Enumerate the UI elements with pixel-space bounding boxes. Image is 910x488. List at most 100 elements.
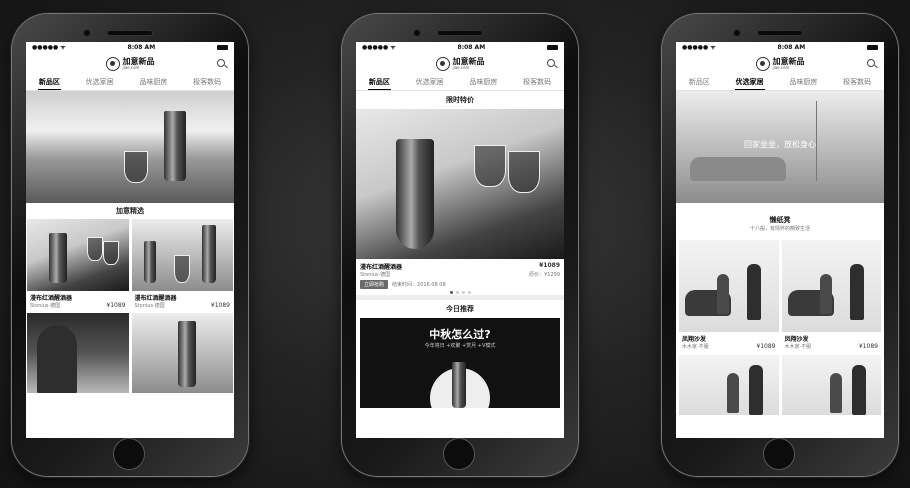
glass-image <box>474 145 506 187</box>
carousel-dot[interactable] <box>467 290 471 294</box>
original-price: 原价：¥1299 <box>529 272 560 278</box>
tab-digital[interactable]: 极客数码 <box>192 76 222 89</box>
phone-screen-1: ●●●●● ᯤ 8:08 AM 加意新品 jiae.com 新品区 优选家居 品… <box>26 42 234 438</box>
category-tabs: 新品区 优选家居 品味厨房 极客数码 <box>356 76 564 91</box>
product-image[interactable] <box>27 313 129 393</box>
carousel-dot[interactable] <box>461 290 465 294</box>
logo-mark-icon <box>755 57 770 71</box>
product-name: 漫布红酒醒酒器 <box>360 264 403 271</box>
tab-new[interactable]: 新品区 <box>367 76 391 90</box>
battery-icon <box>866 44 878 50</box>
buy-now-button[interactable]: 立即抢购 <box>360 280 389 289</box>
app-header: 加意新品 jiae.com <box>676 52 884 76</box>
earpiece <box>108 31 152 35</box>
banner-title: 中秋怎么过? <box>429 328 491 341</box>
product-image <box>679 240 779 332</box>
deadline-text: 结束时间：2016.08.08 <box>392 282 446 288</box>
brand-logo[interactable]: 加意新品 jiae.com <box>105 57 155 71</box>
app-header: 加意新品 jiae.com <box>356 52 564 76</box>
phone-mockup-3: ●●●●● ᯤ 8:08 AM 加意新品 jiae.com 新品区 优选家居 品… <box>662 14 898 476</box>
search-icon[interactable] <box>217 59 225 67</box>
product-brand: 木木家·不服 <box>682 344 709 350</box>
product-price: ¥1089 <box>106 302 126 309</box>
product-image <box>131 219 233 291</box>
decanter-image <box>164 111 186 181</box>
carrier-signal: ●●●●● ᯤ <box>32 44 66 51</box>
product-price: ¥1089 <box>858 343 878 350</box>
product-brand: Stonius·德国 <box>30 303 61 309</box>
tab-kitchen[interactable]: 品味厨房 <box>468 76 498 89</box>
product-image[interactable] <box>679 355 779 415</box>
carrier-signal: ●●●●● ᯤ <box>682 44 716 51</box>
product-name: 凤翔沙发 <box>682 336 707 343</box>
category-tabs: 新品区 优选家居 品味厨房 极客数码 <box>676 76 884 91</box>
section-title: 加意精选 <box>116 207 144 215</box>
logo-mark-icon <box>105 57 120 71</box>
tab-home[interactable]: 优选家居 <box>85 76 115 89</box>
category-tabs: 新品区 优选家居 品味厨房 极客数码 <box>26 76 234 91</box>
product-card[interactable]: 凤翔沙发 木木家·不服 ¥1089 <box>679 240 779 352</box>
recommend-banner[interactable]: 中秋怎么过? 今年将日 +欢聚 +赏月 +V模式 <box>360 318 560 408</box>
tab-digital[interactable]: 极客数码 <box>842 76 872 89</box>
tab-digital[interactable]: 极客数码 <box>522 76 552 89</box>
product-name: 漫布红酒醒酒器 <box>134 295 177 302</box>
earpiece <box>438 31 482 35</box>
product-image <box>781 240 881 332</box>
search-icon[interactable] <box>547 59 555 67</box>
product-image[interactable] <box>781 355 881 415</box>
logo-mark-icon <box>435 57 450 71</box>
tab-kitchen[interactable]: 品味厨房 <box>788 76 818 89</box>
home-banner-image[interactable]: 回家坐坐，放松身心 <box>676 91 884 203</box>
flash-sale-image[interactable] <box>356 109 564 259</box>
product-price: ¥1089 <box>210 302 230 309</box>
section-title: 限时特价 <box>446 96 474 104</box>
section-title: 今日推荐 <box>446 305 474 313</box>
product-price: ¥1089 <box>756 343 776 350</box>
tab-new[interactable]: 新品区 <box>688 76 711 89</box>
decanter-image <box>396 139 434 249</box>
product-name: 凤翔沙发 <box>784 336 809 343</box>
phone-screen-2: ●●●●● ᯤ 8:08 AM 加意新品 jiae.com 新品区 优选家居 品… <box>356 42 564 438</box>
home-button[interactable] <box>113 438 145 470</box>
section-title: 懒纸凳 <box>769 216 791 224</box>
status-time: 8:08 AM <box>457 43 486 51</box>
product-image <box>27 219 129 291</box>
search-icon[interactable] <box>867 59 875 67</box>
carousel-dot[interactable] <box>449 290 453 294</box>
glass-image <box>508 151 540 193</box>
status-time: 8:08 AM <box>127 43 156 51</box>
product-card[interactable]: 凤翔沙发 木木家·不服 ¥1089 <box>781 240 881 352</box>
product-name: 漫布红酒醒酒器 <box>30 295 73 302</box>
phone-mockup-1: ●●●●● ᯤ 8:08 AM 加意新品 jiae.com 新品区 优选家居 品… <box>12 14 248 476</box>
tab-new[interactable]: 新品区 <box>37 76 61 90</box>
product-image[interactable] <box>131 313 233 393</box>
tab-home[interactable]: 优选家居 <box>415 76 445 89</box>
product-card[interactable]: 漫布红酒醒酒器 Stonius·德国 ¥1089 <box>131 219 233 311</box>
hero-image[interactable] <box>26 91 234 203</box>
status-bar: ●●●●● ᯤ 8:08 AM <box>356 42 564 52</box>
status-time: 8:08 AM <box>777 43 806 51</box>
battery-icon <box>546 44 558 50</box>
brand-sub: jiae.com <box>452 65 470 70</box>
product-brand: Stonius·德国 <box>134 303 165 309</box>
phone-mockup-2: ●●●●● ᯤ 8:08 AM 加意新品 jiae.com 新品区 优选家居 品… <box>342 14 578 476</box>
tab-home[interactable]: 优选家居 <box>734 76 765 90</box>
home-button[interactable] <box>763 438 795 470</box>
carousel-dot[interactable] <box>455 290 459 294</box>
sofa-image <box>690 157 786 181</box>
brand-logo[interactable]: 加意新品 jiae.com <box>435 57 485 71</box>
camera-icon <box>734 30 740 36</box>
brand-logo[interactable]: 加意新品 jiae.com <box>755 57 805 71</box>
camera-icon <box>414 30 420 36</box>
earpiece <box>758 31 802 35</box>
home-button[interactable] <box>443 438 475 470</box>
battery-icon <box>216 44 228 50</box>
tab-kitchen[interactable]: 品味厨房 <box>138 76 168 89</box>
product-price: ¥1089 <box>539 262 560 269</box>
section-subtitle: 十八般，有情怀的精致生活 <box>749 226 810 232</box>
product-brand: Stonius·德国 <box>360 272 391 278</box>
product-card[interactable]: 漫布红酒醒酒器 Stonius·德国 ¥1089 <box>27 219 129 311</box>
banner-sub: 今年将日 +欢聚 +赏月 +V模式 <box>424 343 496 349</box>
banner-text: 回家坐坐，放松身心 <box>744 140 816 149</box>
status-bar: ●●●●● ᯤ 8:08 AM <box>676 42 884 52</box>
